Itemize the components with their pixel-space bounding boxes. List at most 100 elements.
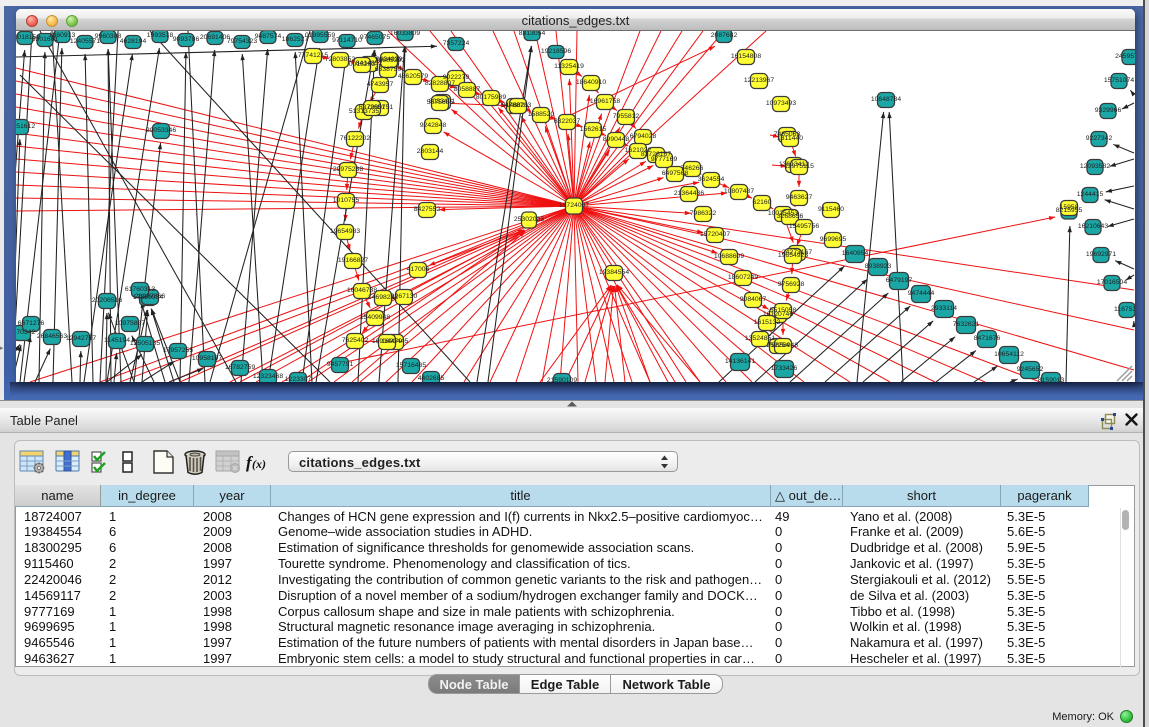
svg-text:10807487: 10807487 — [724, 188, 754, 195]
svg-text:9093786: 9093786 — [173, 36, 200, 43]
svg-text:13524851: 13524851 — [745, 335, 775, 342]
svg-text:3267130: 3267130 — [391, 293, 418, 300]
svg-text:9457791: 9457791 — [327, 361, 354, 368]
svg-text:19384554: 19384554 — [599, 269, 629, 276]
svg-text:8938923: 8938923 — [865, 263, 892, 270]
svg-text:2087682: 2087682 — [711, 32, 738, 39]
svg-text:01895559: 01895559 — [305, 32, 335, 39]
svg-text:19692971: 19692971 — [1086, 251, 1116, 258]
svg-text:16914479: 16914479 — [372, 338, 402, 345]
svg-text:11325419: 11325419 — [554, 63, 584, 70]
svg-text:20691406: 20691406 — [200, 34, 230, 41]
svg-text:7625402: 7625402 — [342, 337, 369, 344]
svg-text:1733426: 1733426 — [771, 365, 798, 372]
svg-text:1311440: 1311440 — [777, 135, 803, 142]
svg-text:28907866: 28907866 — [135, 293, 165, 300]
svg-text:15958: 15958 — [1060, 204, 1079, 211]
svg-text:2933114: 2933114 — [931, 305, 957, 312]
svg-text:12093582: 12093582 — [1080, 163, 1110, 170]
svg-text:10973493: 10973493 — [766, 100, 796, 107]
svg-text:10654112: 10654112 — [994, 351, 1024, 358]
svg-text:6322037: 6322037 — [554, 118, 581, 125]
svg-text:25302035: 25302035 — [514, 216, 544, 223]
svg-text:20053346: 20053346 — [146, 127, 176, 134]
svg-text:21590109: 21590109 — [547, 377, 577, 382]
svg-text:8990448: 8990448 — [603, 136, 630, 143]
svg-text:80175989: 80175989 — [476, 94, 506, 101]
svg-text:14136141: 14136141 — [725, 358, 755, 365]
svg-text:5515058: 5515058 — [770, 307, 797, 314]
svg-text:4402685: 4402685 — [418, 375, 445, 382]
svg-text:18640910: 18640910 — [576, 79, 606, 86]
svg-text:15716485: 15716485 — [396, 362, 426, 369]
svg-text:8159013: 8159013 — [1038, 377, 1065, 382]
svg-text:9329966: 9329966 — [1095, 107, 1122, 114]
svg-text:3268656: 3268656 — [777, 213, 804, 220]
svg-text:15409948: 15409948 — [360, 314, 390, 321]
svg-text:9960308: 9960308 — [95, 33, 122, 40]
svg-text:2803144: 2803144 — [417, 148, 444, 155]
svg-text:8427552: 8427552 — [414, 206, 441, 213]
svg-text:16046788: 16046788 — [347, 287, 377, 294]
svg-text:16154808: 16154808 — [731, 53, 761, 60]
svg-text:4628194: 4628194 — [120, 38, 147, 45]
svg-text:(x): (x) — [252, 457, 266, 471]
svg-text:1993518: 1993518 — [147, 32, 174, 39]
svg-text:1010755: 1010755 — [333, 197, 360, 204]
svg-text:97465075: 97465075 — [360, 34, 390, 41]
svg-text:61760313: 61760313 — [125, 286, 155, 293]
svg-text:8471676: 8471676 — [974, 335, 1001, 342]
svg-text:417006: 417006 — [407, 266, 430, 273]
svg-text:16782759: 16782759 — [225, 364, 255, 371]
svg-text:8813054: 8813054 — [519, 31, 546, 37]
svg-text:29975288: 29975288 — [333, 166, 363, 173]
svg-text:7955812: 7955812 — [613, 113, 640, 120]
svg-text:62160: 62160 — [753, 199, 772, 206]
svg-text:12213967: 12213967 — [744, 77, 774, 84]
svg-text:1640954: 1640954 — [842, 250, 869, 257]
svg-text:10648784: 10648784 — [871, 96, 901, 103]
svg-text:9463627: 9463627 — [786, 194, 813, 201]
svg-text:16961758: 16961758 — [590, 98, 620, 105]
svg-text:9170342: 9170342 — [16, 329, 35, 336]
svg-text:15720407: 15720407 — [700, 231, 730, 238]
svg-text:15751074: 15751074 — [1104, 77, 1134, 84]
svg-text:1145194: 1145194 — [104, 337, 130, 344]
svg-text:9227342: 9227342 — [1086, 135, 1113, 142]
svg-text:26846563: 26846563 — [37, 333, 67, 340]
svg-text:8058887: 8058887 — [454, 86, 481, 93]
svg-text:82828807: 82828807 — [425, 80, 455, 87]
svg-text:6372651: 6372651 — [359, 104, 386, 111]
svg-text:48620579: 48620579 — [398, 73, 428, 80]
svg-text:0018263: 0018263 — [349, 61, 376, 68]
svg-text:20206516: 20206516 — [92, 297, 122, 304]
svg-text:16033809: 16033809 — [390, 31, 420, 37]
svg-text:9756928: 9756928 — [778, 281, 805, 288]
svg-text:19654923: 19654923 — [778, 252, 808, 259]
svg-text:9242848: 9242848 — [420, 122, 447, 129]
svg-text:4743957: 4743957 — [367, 81, 394, 88]
svg-text:21364436: 21364436 — [674, 190, 704, 197]
svg-text:4788783: 4788783 — [505, 102, 532, 109]
svg-text:97114710: 97114710 — [332, 37, 362, 44]
svg-text:9022279: 9022279 — [443, 74, 470, 81]
svg-text:9699695: 9699695 — [820, 236, 847, 243]
svg-text:77741215: 77741215 — [298, 52, 328, 59]
svg-text:76122202: 76122202 — [340, 135, 370, 142]
svg-text:19218596: 19218596 — [541, 48, 571, 55]
svg-text:7986322: 7986322 — [690, 210, 717, 217]
svg-text:1223307: 1223307 — [285, 376, 312, 382]
svg-text:70658948: 70658948 — [768, 342, 798, 349]
svg-text:6338750: 6338750 — [375, 66, 402, 73]
svg-text:9245652: 9245652 — [1017, 366, 1044, 373]
svg-text:1588520: 1588520 — [528, 111, 555, 118]
svg-text:15495756: 15495756 — [789, 223, 819, 230]
svg-text:18724007: 18724007 — [559, 202, 589, 209]
svg-text:6479197: 6479197 — [886, 277, 913, 284]
svg-text:1244415: 1244415 — [1077, 191, 1104, 198]
svg-text:10975887: 10975887 — [115, 320, 145, 327]
svg-text:24595711: 24595711 — [1115, 53, 1135, 60]
svg-text:17016504: 17016504 — [1097, 279, 1127, 286]
svg-text:19654983: 19654983 — [330, 228, 360, 235]
svg-text:9474444: 9474444 — [908, 290, 935, 297]
